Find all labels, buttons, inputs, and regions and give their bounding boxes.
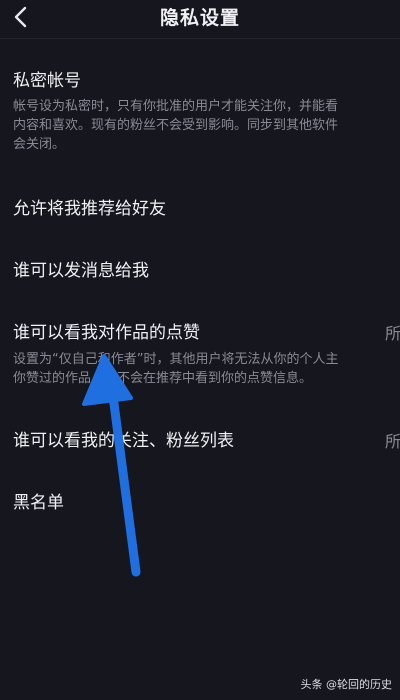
- setting-private-account[interactable]: 私密帐号 帐号设为私密时，只有你批准的用户才能关注你，并能看 内容和喜欢。现有的…: [0, 62, 400, 162]
- setting-description-line: 内容和喜欢。现有的粉丝不会受到影响。同步到其他软件: [13, 118, 339, 133]
- setting-label: 允许将我推荐给好友: [13, 199, 166, 219]
- setting-who-can-see-follow-list[interactable]: 谁可以看我的关注、粉丝列表 所: [0, 422, 400, 462]
- setting-label: 谁可以看我对作品的点赞: [13, 323, 200, 343]
- setting-blacklist[interactable]: 黑名单: [0, 484, 400, 524]
- setting-value: 所: [385, 432, 400, 451]
- setting-description-line: 你赞过的作品，且不会在推荐中看到你的点赞信息。: [13, 371, 313, 386]
- setting-recommend-to-friends[interactable]: 允许将我推荐给好友: [0, 188, 400, 228]
- setting-label: 谁可以看我的关注、粉丝列表: [13, 431, 234, 451]
- watermark: 头条 @轮回的历史: [300, 678, 393, 691]
- privacy-settings-screen: 隐私设置 私密帐号 帐号设为私密时，只有你批准的用户才能关注你，并能看 内容和喜…: [0, 0, 400, 700]
- setting-who-can-message[interactable]: 谁可以发消息给我: [0, 252, 400, 292]
- setting-description-line: 设置为“仅自己和作者”时，其他用户将无法从你的个人主: [13, 352, 339, 367]
- setting-label: 私密帐号: [13, 71, 81, 91]
- top-navigation-bar: 隐私设置: [0, 0, 400, 39]
- page-title: 隐私设置: [159, 7, 240, 29]
- setting-label: 谁可以发消息给我: [13, 261, 149, 281]
- setting-value: 所: [385, 324, 400, 343]
- setting-description-line: 帐号设为私密时，只有你批准的用户才能关注你，并能看: [13, 99, 339, 114]
- setting-label: 黑名单: [13, 493, 64, 513]
- setting-who-can-see-likes[interactable]: 谁可以看我对作品的点赞 所 设置为“仅自己和作者”时，其他用户将无法从你的个人主…: [0, 314, 400, 394]
- setting-description-line: 会关闭。: [13, 137, 66, 152]
